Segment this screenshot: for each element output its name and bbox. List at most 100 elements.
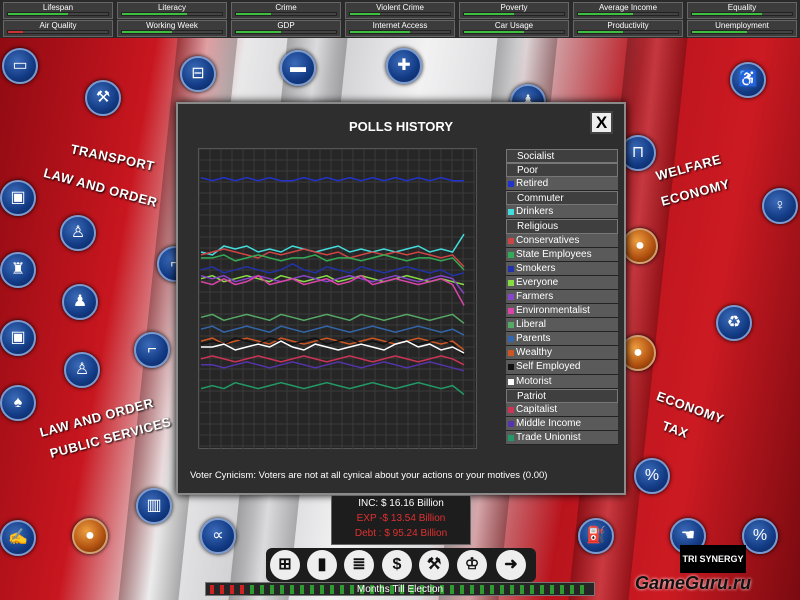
- public-services-orange-icon[interactable]: ●: [72, 518, 108, 554]
- stat-unemployment[interactable]: Unemployment: [687, 20, 797, 37]
- bus-icon[interactable]: ⊟: [180, 56, 216, 92]
- close-button[interactable]: X: [590, 111, 613, 134]
- stat-meter-fill: [122, 31, 172, 33]
- document-icon[interactable]: ≣: [344, 550, 374, 580]
- legend-item-self-employed[interactable]: Self Employed: [506, 360, 618, 375]
- fuel-icon[interactable]: ⛽: [578, 518, 614, 554]
- stat-meter-fill: [236, 13, 271, 15]
- elderly-icon[interactable]: ♿: [730, 62, 766, 98]
- tax-icon[interactable]: %: [634, 458, 670, 494]
- pregnant-woman-icon[interactable]: ♀: [762, 188, 798, 224]
- legend-item-wealthy[interactable]: Wealthy: [506, 346, 618, 361]
- finance-panel: INC: $ 16.16 Billion EXP -$ 13.54 Billio…: [331, 495, 471, 545]
- income-text: INC: $ 16.16 Billion: [358, 498, 444, 509]
- id-card-icon[interactable]: ▣: [0, 180, 36, 216]
- legend-label: Parents: [516, 333, 551, 345]
- recycling-icon[interactable]: ♻: [716, 305, 752, 341]
- legend-item-farmers[interactable]: Farmers: [506, 289, 618, 305]
- legend-item-religious[interactable]: Religious: [506, 219, 618, 234]
- alcohol-icon[interactable]: ♜: [0, 252, 36, 288]
- legend-swatch: [508, 322, 514, 329]
- legend-label: Religious: [517, 221, 559, 233]
- legend-swatch: [508, 265, 514, 272]
- legend-item-state-employees[interactable]: State Employees: [506, 247, 618, 262]
- legend-swatch: [508, 336, 514, 343]
- legend-item-motorist[interactable]: Motorist: [506, 374, 618, 389]
- school-icon[interactable]: ▥: [136, 488, 172, 524]
- legend-swatch: [508, 308, 514, 315]
- legend-swatch: [508, 420, 514, 427]
- legend-label: Liberal: [516, 319, 547, 331]
- tank-icon[interactable]: ▬: [280, 50, 316, 86]
- statistics-icon[interactable]: ▮: [307, 550, 337, 580]
- legend-item-liberal[interactable]: Liberal: [506, 318, 618, 333]
- stat-meter: [121, 30, 223, 34]
- legend-item-drinkers[interactable]: Drinkers: [506, 205, 618, 220]
- chart-svg: [199, 149, 478, 450]
- finance-icon[interactable]: $: [382, 550, 412, 580]
- bus-lane-icon[interactable]: ▭: [2, 48, 38, 84]
- legend-item-parents[interactable]: Parents: [506, 332, 618, 347]
- cabinet-icon[interactable]: ⊞: [270, 550, 300, 580]
- legend-swatch: [508, 279, 514, 286]
- legend-item-environmentalist[interactable]: Environmentalist: [506, 304, 618, 319]
- legend-item-middle-income[interactable]: Middle Income: [506, 416, 618, 431]
- legend-swatch: [508, 378, 514, 385]
- stat-meter: [121, 12, 223, 16]
- stat-internet-access[interactable]: Internet Access: [345, 20, 455, 37]
- id-check-icon[interactable]: ▣: [0, 320, 36, 356]
- legend-item-patriot[interactable]: Patriot: [506, 388, 618, 403]
- welfare-orange-icon[interactable]: ●: [622, 228, 658, 264]
- legend-swatch: [508, 209, 514, 216]
- tri-synergy-logo: TRI SYNERGY: [680, 545, 746, 573]
- cards-icon[interactable]: ♠: [0, 385, 36, 421]
- stat-air-quality[interactable]: Air Quality: [3, 20, 113, 37]
- stat-poverty[interactable]: Poverty: [459, 2, 569, 19]
- stat-average-income[interactable]: Average Income: [573, 2, 683, 19]
- stat-productivity[interactable]: Productivity: [573, 20, 683, 37]
- legend-label: Drinkers: [516, 206, 554, 218]
- legend-item-smokers[interactable]: Smokers: [506, 261, 618, 276]
- gun-icon[interactable]: ⌐: [134, 332, 170, 368]
- stat-working-week[interactable]: Working Week: [117, 20, 227, 37]
- trophy-icon[interactable]: ♔: [457, 550, 487, 580]
- legend-label: Smokers: [516, 262, 556, 274]
- stat-gdp[interactable]: GDP: [231, 20, 341, 37]
- stat-violent-crime[interactable]: Violent Crime: [345, 2, 455, 19]
- stat-equality[interactable]: Equality: [687, 2, 797, 19]
- legend-item-everyone[interactable]: Everyone: [506, 275, 618, 290]
- book-icon[interactable]: ✍: [0, 520, 36, 556]
- citizens-icon[interactable]: ♟: [62, 284, 98, 320]
- legend-item-capitalist[interactable]: Capitalist: [506, 402, 618, 417]
- legend-swatch: [508, 251, 514, 258]
- road-worker-icon[interactable]: ⚒: [85, 80, 121, 116]
- stat-car-usage[interactable]: Car Usage: [459, 20, 569, 37]
- legend-label: Motorist: [516, 375, 552, 387]
- prisoner-icon[interactable]: ♙: [64, 352, 100, 388]
- stat-lifespan[interactable]: Lifespan: [3, 2, 113, 19]
- hospital-icon[interactable]: ✚: [386, 48, 422, 84]
- legend-item-trade-unionist[interactable]: Trade Unionist: [506, 430, 618, 445]
- legend-label: Environmentalist: [516, 305, 590, 317]
- legend-item-retired[interactable]: Retired: [506, 177, 618, 192]
- legend-item-commuter[interactable]: Commuter: [506, 191, 618, 206]
- tools-icon[interactable]: ⚒: [419, 550, 449, 580]
- next-turn-icon[interactable]: ➜: [496, 550, 526, 580]
- dialog-title: POLLS HISTORY: [348, 119, 453, 134]
- stat-crime[interactable]: Crime: [231, 2, 341, 19]
- stat-meter-fill: [8, 31, 23, 33]
- stat-meter-fill: [464, 13, 514, 15]
- months-till-election-bar: Months Till Election: [205, 582, 595, 596]
- legend-item-conservatives[interactable]: Conservatives: [506, 233, 618, 248]
- police-officer-icon[interactable]: ♙: [60, 215, 96, 251]
- percent-icon[interactable]: %: [742, 518, 778, 554]
- fish-icon[interactable]: ∝: [200, 518, 236, 554]
- watermark: GameGuru.ru: [635, 573, 752, 593]
- legend-item-poor[interactable]: Poor: [506, 163, 618, 178]
- months-label: Months Till Election: [356, 584, 444, 595]
- stat-meter-fill: [350, 31, 410, 33]
- stat-meter-fill: [692, 13, 762, 15]
- stat-literacy[interactable]: Literacy: [117, 2, 227, 19]
- voter-cynicism-text: Voter Cynicism: Voters are not at all cy…: [190, 470, 548, 481]
- legend-item-socialist[interactable]: Socialist: [506, 149, 618, 164]
